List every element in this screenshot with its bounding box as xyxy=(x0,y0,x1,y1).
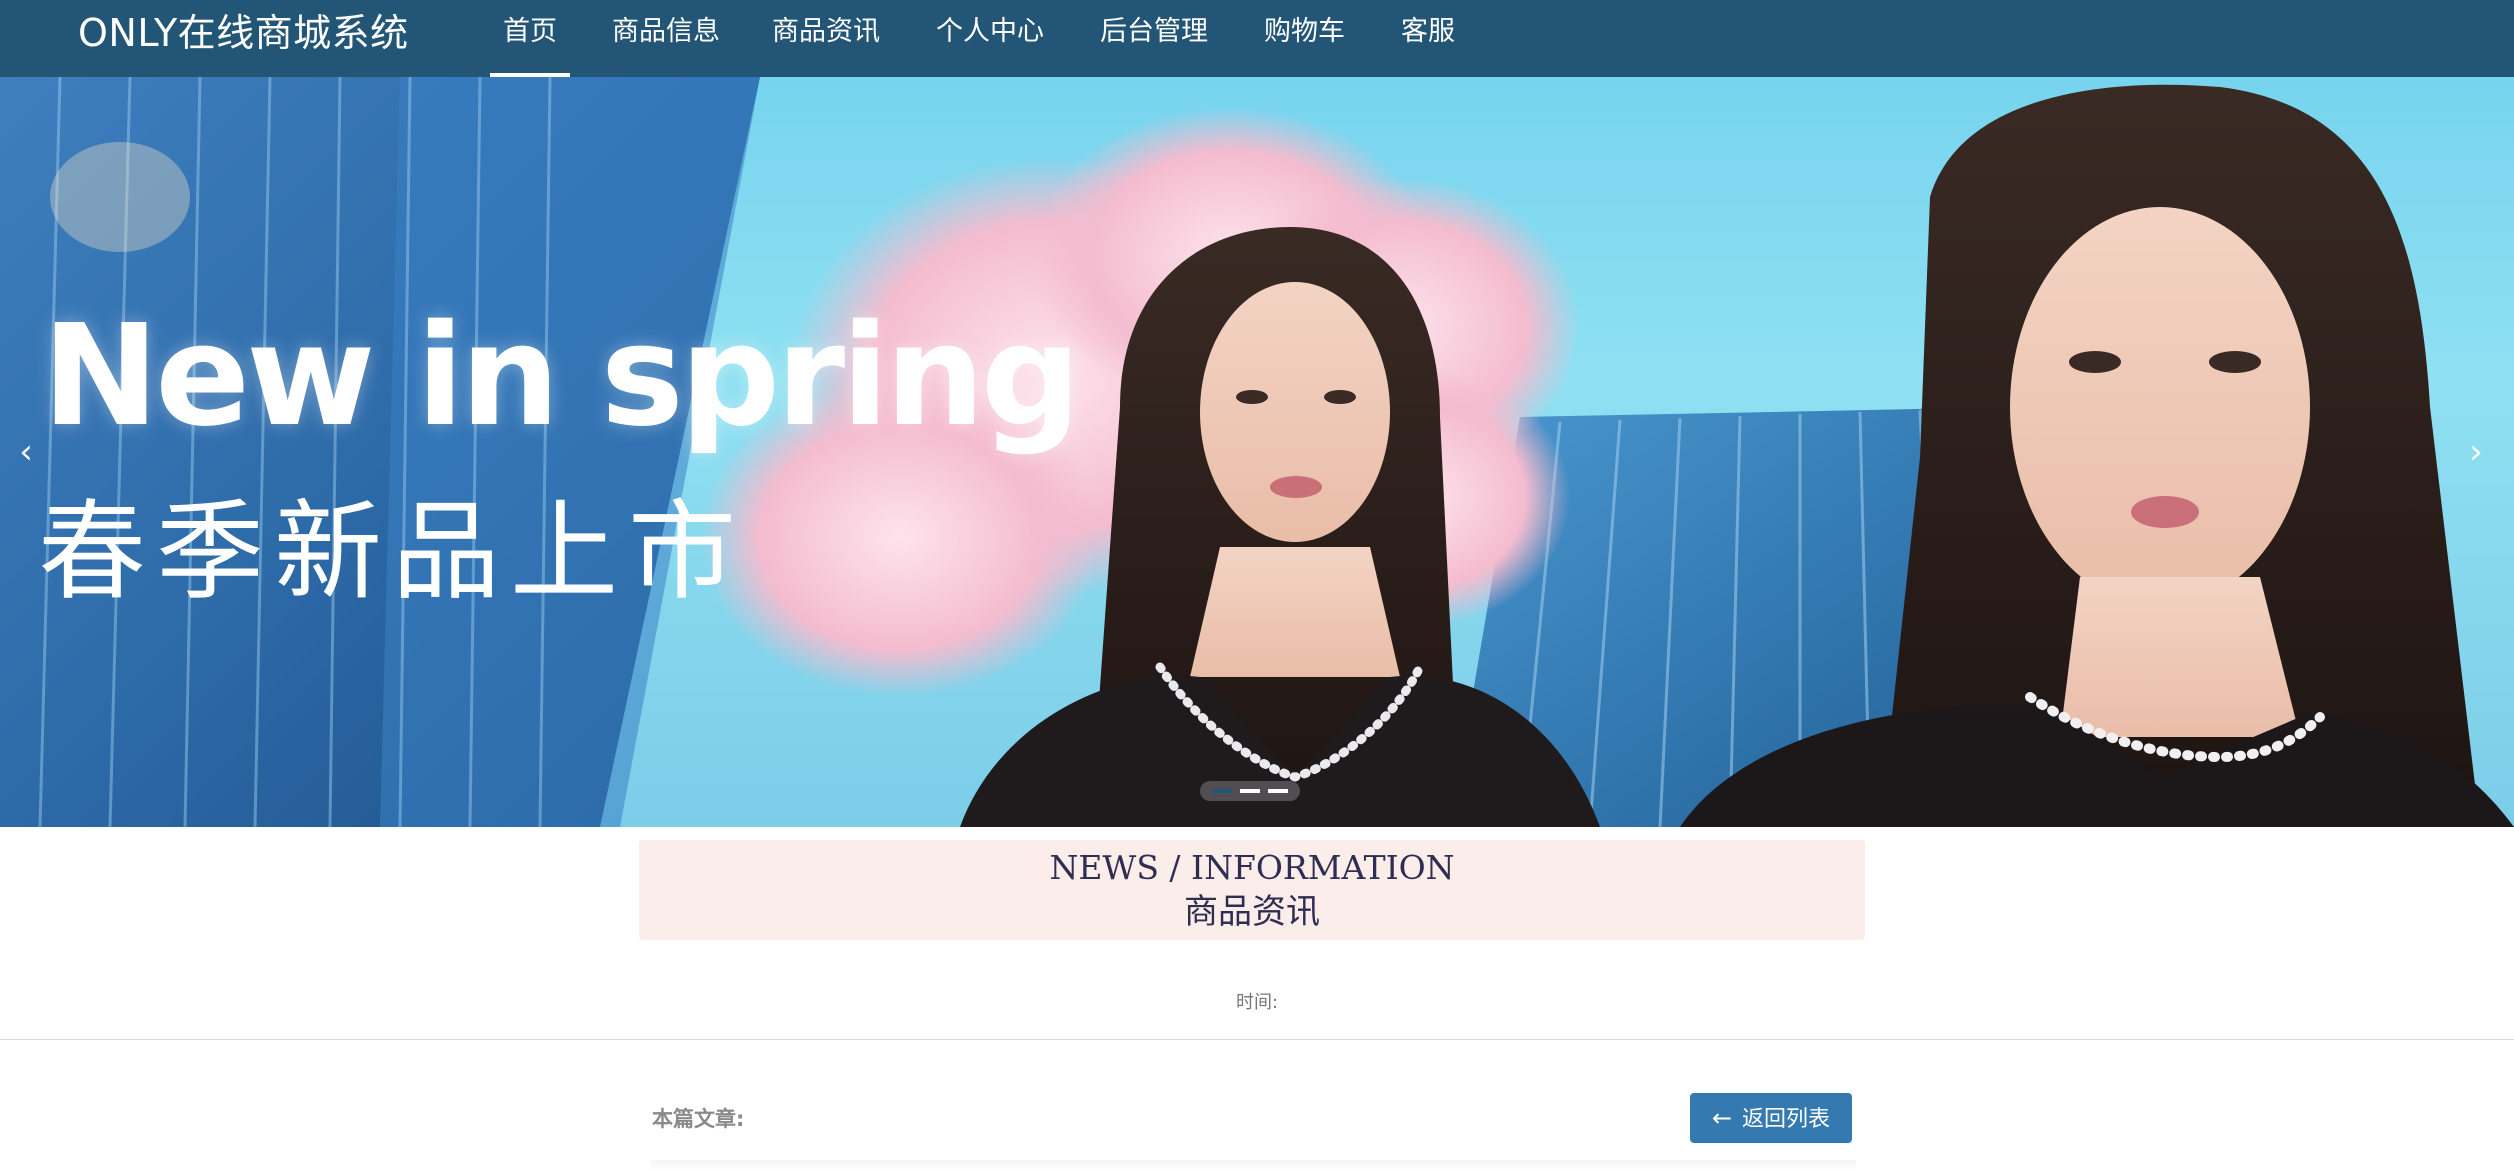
nav-product-news[interactable]: 商品资讯 xyxy=(772,0,880,77)
carousel-next-icon[interactable]: › xyxy=(2456,422,2496,482)
news-title-zh: 商品资讯 xyxy=(1184,892,1320,932)
news-title-en: NEWS / INFORMATION xyxy=(1049,848,1455,887)
arrow-left-icon: ← xyxy=(1711,1104,1733,1132)
back-to-list-button[interactable]: ← 返回列表 xyxy=(1690,1093,1852,1143)
current-article-label: 本篇文章: xyxy=(652,1107,745,1131)
nav-customer-service[interactable]: 客服 xyxy=(1401,0,1455,77)
news-section-header: NEWS / INFORMATION 商品资讯 xyxy=(639,840,1865,940)
article-time: 时间: xyxy=(1235,992,1279,1013)
hero-carousel[interactable]: New in spring 春季新品上市 ‹ › xyxy=(0,77,2514,827)
top-navbar: ONLY在线商城系统 首页 商品信息 商品资讯 个人中心 后台管理 购物车 客服 xyxy=(0,0,2514,77)
section-divider xyxy=(0,1039,2514,1040)
site-brand[interactable]: ONLY在线商城系统 xyxy=(78,0,409,66)
banner-title-zh: 春季新品上市 xyxy=(38,490,747,615)
carousel-prev-icon[interactable]: ‹ xyxy=(6,422,46,482)
nav-products[interactable]: 商品信息 xyxy=(612,0,720,77)
carousel-indicators xyxy=(1200,781,1300,801)
carousel-dot-3[interactable] xyxy=(1268,789,1288,793)
carousel-dot-1[interactable] xyxy=(1212,789,1232,793)
nav-cart[interactable]: 购物车 xyxy=(1264,0,1345,77)
back-to-list-label: 返回列表 xyxy=(1742,1107,1831,1132)
nav-admin[interactable]: 后台管理 xyxy=(1100,0,1208,77)
nav-personal-center[interactable]: 个人中心 xyxy=(936,0,1044,77)
content-card-edge xyxy=(650,1160,1856,1171)
nav-home[interactable]: 首页 xyxy=(490,0,570,77)
banner-title-en: New in spring xyxy=(42,295,1081,458)
carousel-dot-2[interactable] xyxy=(1240,789,1260,793)
